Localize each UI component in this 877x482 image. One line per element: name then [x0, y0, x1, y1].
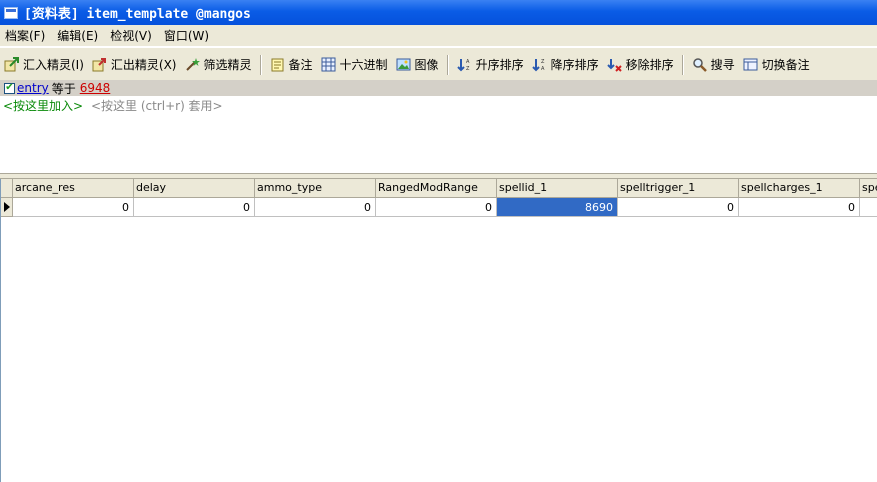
table-cell[interactable]: 0 — [618, 198, 739, 217]
filter-wizard-label: 筛选精灵 — [204, 56, 252, 73]
selected-table-cell[interactable]: 8690 — [497, 198, 618, 217]
search-icon — [692, 57, 707, 72]
svg-text:Z: Z — [541, 59, 545, 65]
memo-label: 备注 — [289, 56, 313, 73]
svg-text:Z: Z — [466, 66, 470, 72]
table-cell[interactable]: 0 — [376, 198, 497, 217]
hex-grid-icon — [321, 57, 336, 72]
sort-descending-button[interactable]: ZA 降序排序 — [528, 53, 603, 77]
toolbar-separator — [260, 55, 262, 75]
filter-bar: ✔ entry 等于 6948 — [0, 80, 877, 96]
import-wizard-label: 汇入精灵(I) — [23, 56, 84, 73]
remove-sort-icon — [607, 57, 622, 72]
table-cell[interactable]: 0 — [13, 198, 134, 217]
filter-value-link[interactable]: 6948 — [80, 81, 111, 95]
remove-sort-label: 移除排序 — [626, 56, 674, 73]
menu-bar: 档案(F) 编辑(E) 检视(V) 窗口(W) — [0, 25, 877, 46]
image-label: 图像 — [415, 56, 439, 73]
filter-wizard-button[interactable]: 筛选精灵 — [181, 53, 256, 77]
menu-view[interactable]: 检视(V) — [104, 27, 158, 44]
column-header[interactable]: ammo_type — [255, 179, 376, 198]
toggle-memo-button[interactable]: 切换备注 — [739, 53, 814, 77]
memo-icon — [270, 57, 285, 72]
grid-header-row: arcane_res delay ammo_type RangedModRang… — [1, 179, 877, 198]
toolbar-separator — [682, 55, 684, 75]
filter-operator[interactable]: 等于 — [52, 80, 76, 97]
filter-wand-icon — [185, 57, 200, 72]
sort-descending-icon: ZA — [532, 57, 547, 72]
svg-text:A: A — [541, 66, 545, 72]
import-icon — [4, 57, 19, 72]
table-cell[interactable] — [860, 198, 877, 217]
image-icon — [396, 57, 411, 72]
column-header[interactable]: delay — [134, 179, 255, 198]
toggle-memo-label: 切换备注 — [762, 56, 810, 73]
sort-descending-label: 降序排序 — [551, 56, 599, 73]
toolbar-separator — [447, 55, 449, 75]
column-header[interactable]: RangedModRange — [376, 179, 497, 198]
apply-filter-link[interactable]: <按这里 (ctrl+r) 套用> — [91, 99, 223, 113]
filter-enabled-checkbox[interactable]: ✔ — [4, 83, 15, 94]
table-cell[interactable]: 0 — [739, 198, 860, 217]
sort-ascending-label: 升序排序 — [476, 56, 524, 73]
add-filter-link[interactable]: <按这里加入> — [3, 99, 83, 113]
search-label: 搜寻 — [711, 56, 735, 73]
app-window-icon — [4, 7, 18, 19]
import-wizard-button[interactable]: 汇入精灵(I) — [0, 53, 88, 77]
data-grid: arcane_res delay ammo_type RangedModRang… — [0, 179, 877, 482]
menu-edit[interactable]: 编辑(E) — [51, 27, 104, 44]
search-button[interactable]: 搜寻 — [688, 53, 739, 77]
table-row[interactable]: 0 0 0 0 8690 0 0 — [1, 198, 877, 217]
table-cell[interactable]: 0 — [134, 198, 255, 217]
window-title: [资料表] item_template @mangos — [24, 3, 251, 22]
sort-ascending-icon: AZ — [457, 57, 472, 72]
toggle-memo-icon — [743, 57, 758, 72]
hex-label: 十六进制 — [340, 56, 388, 73]
column-header[interactable]: spellcharges_1 — [739, 179, 860, 198]
image-button[interactable]: 图像 — [392, 53, 443, 77]
svg-text:A: A — [466, 59, 470, 65]
row-selector-arrow-icon[interactable] — [1, 198, 13, 217]
memo-button[interactable]: 备注 — [266, 53, 317, 77]
filter-add-line: <按这里加入> <按这里 (ctrl+r) 套用> — [3, 97, 223, 114]
column-header[interactable]: arcane_res — [13, 179, 134, 198]
export-wizard-label: 汇出精灵(X) — [111, 56, 177, 73]
toolbar: 汇入精灵(I) 汇出精灵(X) 筛选精灵 备注 十六进制 图像 AZ — [0, 47, 877, 82]
grid-corner — [1, 179, 13, 198]
sort-ascending-button[interactable]: AZ 升序排序 — [453, 53, 528, 77]
column-header[interactable]: spelltrigger_1 — [618, 179, 739, 198]
menu-window[interactable]: 窗口(W) — [158, 27, 215, 44]
column-header[interactable]: spe — [860, 179, 877, 198]
title-bar: [资料表] item_template @mangos — [0, 0, 877, 25]
menu-file[interactable]: 档案(F) — [0, 27, 51, 44]
column-header[interactable]: spellid_1 — [497, 179, 618, 198]
table-cell[interactable]: 0 — [255, 198, 376, 217]
filter-field-link[interactable]: entry — [17, 81, 49, 95]
export-icon — [92, 57, 107, 72]
export-wizard-button[interactable]: 汇出精灵(X) — [88, 53, 181, 77]
hex-button[interactable]: 十六进制 — [317, 53, 392, 77]
remove-sort-button[interactable]: 移除排序 — [603, 53, 678, 77]
